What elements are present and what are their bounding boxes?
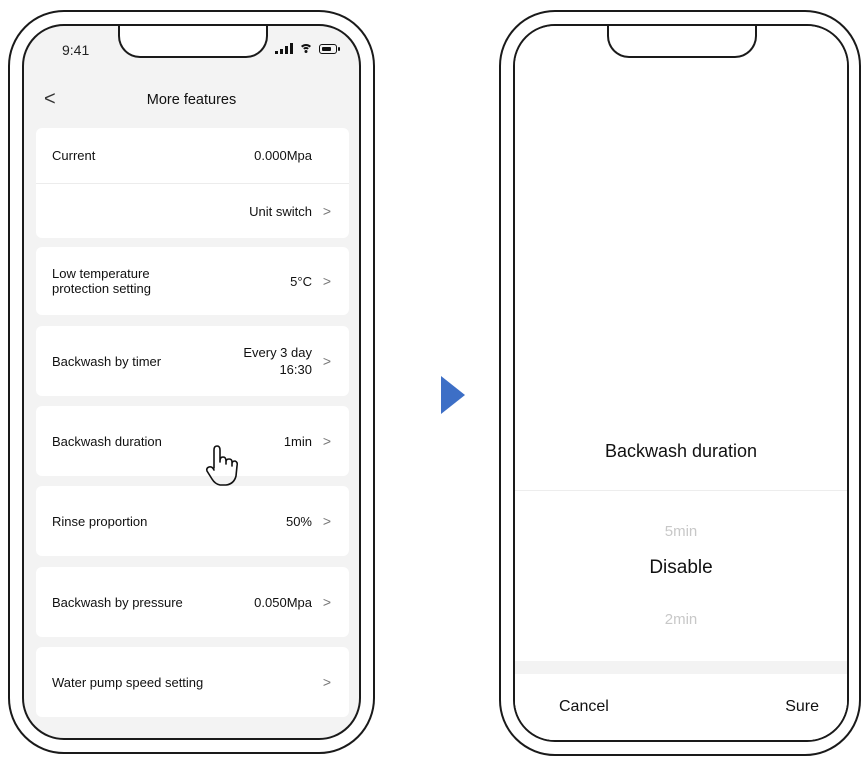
signal-icon — [275, 43, 293, 54]
settings-card: Current 0.000Mpa Unit switch > — [36, 128, 349, 238]
row-label: Backwash duration — [52, 433, 162, 449]
page-title: More features — [146, 92, 237, 108]
tap-hand-icon — [205, 445, 239, 486]
chevron-right-icon: > — [322, 513, 332, 529]
settings-card: Backwash duration 1min > — [36, 406, 349, 476]
right-phone-screen: Backwash duration 5min Disable 2min Canc… — [513, 24, 849, 742]
row-value: 0.000Mpa — [254, 148, 312, 163]
row-label: Water pump speed setting — [52, 674, 204, 690]
next-step-arrow-icon — [441, 376, 465, 414]
chevron-right-icon: > — [322, 433, 332, 449]
settings-row[interactable]: Backwash duration 1min > — [36, 406, 349, 476]
settings-row[interactable]: Current 0.000Mpa — [36, 128, 349, 183]
row-value: Unit switch — [249, 203, 312, 219]
settings-card: Backwash by timer Every 3 day 16:30 > — [36, 326, 349, 396]
sheet-actions: Cancel Sure — [515, 674, 847, 740]
settings-row[interactable]: Rinse proportion 50% > — [36, 486, 349, 556]
row-label: Low temperature protection setting — [52, 266, 152, 296]
settings-card: Rinse proportion 50% > — [36, 486, 349, 556]
row-label: Rinse proportion — [52, 513, 148, 529]
row-value: 1min — [283, 433, 312, 449]
settings-row[interactable]: Backwash by pressure 0.050Mpa > — [36, 567, 349, 637]
settings-row[interactable]: Backwash by timer Every 3 day 16:30 > — [36, 326, 349, 396]
row-label: Backwash by pressure — [52, 594, 183, 610]
row-value: 0.050Mpa — [254, 594, 312, 610]
status-time: 9:41 — [62, 42, 90, 58]
chevron-right-icon: > — [322, 353, 332, 369]
wifi-icon — [299, 43, 313, 54]
status-icons — [275, 43, 340, 54]
chevron-right-icon: > — [322, 273, 332, 289]
chevron-right-icon: > — [322, 674, 332, 690]
settings-card: Low temperature protection setting 5°C > — [36, 247, 349, 315]
picker-option-selected[interactable]: Disable — [515, 557, 847, 579]
duration-picker-sheet: Backwash duration 5min Disable 2min Canc… — [515, 412, 847, 740]
phone-notch — [118, 26, 268, 58]
row-value: 50% — [285, 513, 312, 529]
row-value: 5°C — [290, 273, 312, 289]
sheet-title: Backwash duration — [515, 412, 847, 491]
settings-card: Water pump speed setting > — [36, 647, 349, 717]
sure-button[interactable]: Sure — [785, 698, 819, 716]
duration-picker[interactable]: 5min Disable 2min — [515, 491, 847, 661]
row-label: Backwash by timer — [52, 353, 162, 369]
settings-row[interactable]: Unit switch > — [36, 183, 349, 238]
chevron-right-icon: > — [322, 203, 332, 219]
cancel-button[interactable]: Cancel — [559, 698, 609, 716]
settings-row[interactable]: Water pump speed setting > — [36, 647, 349, 717]
picker-option-prev[interactable]: 5min — [515, 523, 847, 540]
screen-overlay — [515, 26, 847, 412]
battery-icon — [319, 44, 340, 54]
settings-row[interactable]: Low temperature protection setting 5°C > — [36, 247, 349, 315]
left-phone-screen: 9:41 < More features Current 0.000Mpa Unit… — [22, 24, 361, 740]
phone-notch — [607, 26, 757, 58]
settings-card: Backwash by pressure 0.050Mpa > — [36, 567, 349, 637]
chevron-right-icon: > — [322, 594, 332, 610]
picker-option-next[interactable]: 2min — [515, 611, 847, 628]
row-value: Every 3 day 16:30 — [243, 345, 312, 377]
row-label: Current — [52, 148, 96, 163]
